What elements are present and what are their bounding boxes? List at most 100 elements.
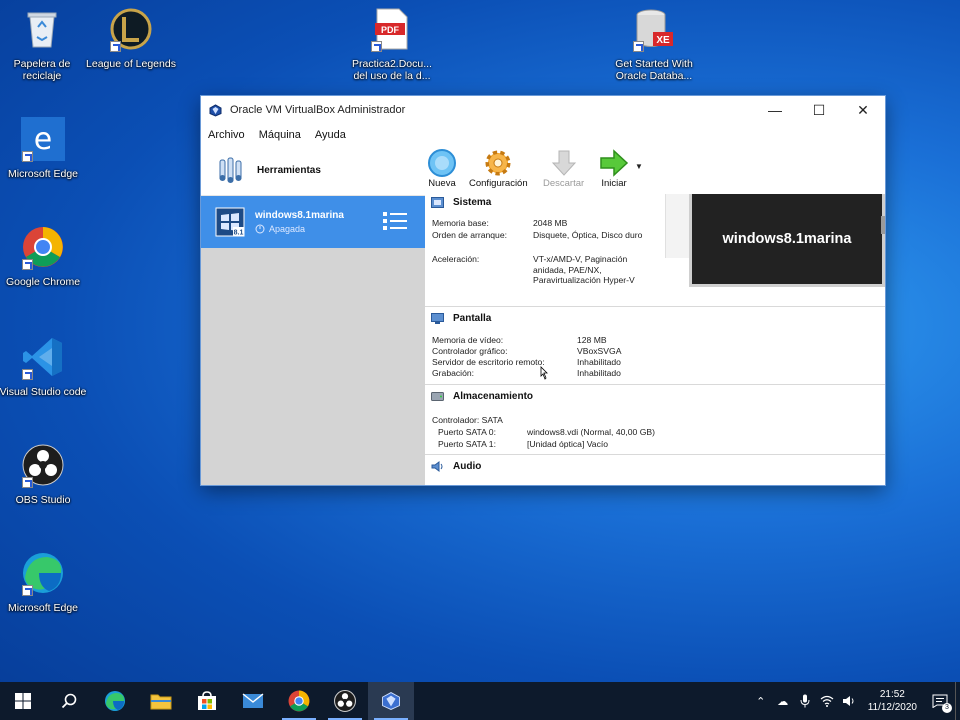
desktop-icon-microsoft-edge-chromium[interactable]: Microsoft Edge: [1, 550, 85, 614]
section-sistema: Sistema: [425, 192, 885, 212]
tools-label: Herramientas: [257, 165, 321, 176]
taskbar-mail[interactable]: [230, 682, 276, 720]
windows8-os-icon: 8.1: [215, 207, 245, 237]
close-button[interactable]: ✕: [841, 96, 885, 124]
tools-item[interactable]: Herramientas: [201, 146, 425, 196]
database-icon: XE: [631, 6, 677, 52]
kv-value: Disquete, Óptica, Disco duro: [533, 230, 643, 240]
desktop-icon-label: OBS Studio: [15, 494, 71, 506]
edge-icon: [20, 550, 66, 596]
discard-arrow-down-icon: [549, 148, 579, 178]
section-title: Pantalla: [453, 312, 492, 324]
tools-icon: [217, 156, 247, 186]
menu-maquina[interactable]: Máquina: [252, 129, 308, 141]
taskbar: ⌃ ☁ 21:52 11/12/2020 3: [0, 682, 960, 720]
clock[interactable]: 21:52 11/12/2020: [860, 688, 925, 714]
svg-text:PDF: PDF: [381, 25, 400, 35]
desktop-icon-obs-studio[interactable]: OBS Studio: [1, 442, 85, 506]
show-desktop-button[interactable]: [955, 682, 960, 720]
desktop-icon-pdf-document[interactable]: PDF Practica2.Docu... del uso de la d...: [350, 6, 434, 82]
kv-key: Memoria base:: [432, 218, 489, 228]
windows-logo-icon: [15, 693, 31, 709]
obs-icon: [334, 690, 356, 712]
section-divider: [425, 306, 885, 307]
microphone-icon[interactable]: [794, 682, 816, 720]
mouse-cursor-icon: [540, 366, 548, 385]
desktop-icon-league-of-legends[interactable]: League of Legends: [86, 6, 176, 70]
kv-value: 128 MB: [577, 335, 607, 345]
system-chip-icon: [431, 196, 444, 208]
shortcut-arrow-icon: [22, 585, 33, 596]
section-divider: [425, 384, 885, 385]
taskbar-store[interactable]: [184, 682, 230, 720]
taskbar-obs[interactable]: [322, 682, 368, 720]
menu-ayuda[interactable]: Ayuda: [308, 129, 353, 141]
shortcut-arrow-icon: [22, 259, 33, 270]
window-title: Oracle VM VirtualBox Administrador: [230, 104, 406, 116]
iniciar-dropdown-arrow-icon[interactable]: ▼: [635, 162, 643, 171]
taskbar-file-explorer[interactable]: [138, 682, 184, 720]
section-sistema-header[interactable]: Sistema: [425, 192, 885, 212]
onedrive-cloud-icon[interactable]: ☁: [772, 682, 794, 720]
nueva-button[interactable]: Nueva: [427, 148, 457, 189]
vm-list-item-selected[interactable]: 8.1 windows8.1marina Apagada: [201, 196, 425, 248]
section-almacenamiento-header[interactable]: Almacenamiento: [425, 386, 885, 406]
start-button[interactable]: [0, 682, 46, 720]
minimize-button[interactable]: —: [753, 96, 797, 124]
kv-value: Inhabilitado: [577, 357, 621, 367]
machine-list-pane: Herramientas 8.1 windows8.1marina Apagad…: [201, 146, 425, 485]
svg-text:8.1: 8.1: [234, 230, 244, 237]
section-audio-header[interactable]: Audio: [425, 456, 885, 476]
kv-value: [Unidad óptica] Vacío: [527, 439, 609, 449]
edge-legacy-icon: e: [20, 116, 66, 162]
obs-icon: [20, 442, 66, 488]
kv-value: 2048 MB: [533, 218, 568, 228]
show-hidden-icons-chevron-icon[interactable]: ⌃: [750, 682, 772, 720]
svg-text:XE: XE: [656, 35, 670, 46]
kv-key: Grabación:: [432, 368, 475, 378]
section-pantalla-header[interactable]: Pantalla: [425, 308, 885, 328]
desktop-icon-oracle-database[interactable]: XE Get Started With Oracle Databa...: [612, 6, 696, 82]
desktop-icon-microsoft-edge[interactable]: e Microsoft Edge: [1, 116, 85, 180]
search-button[interactable]: [46, 682, 92, 720]
descartar-button[interactable]: Descartar: [543, 148, 584, 189]
taskbar-virtualbox[interactable]: [368, 682, 414, 720]
maximize-button[interactable]: ☐: [797, 96, 841, 124]
taskbar-chrome[interactable]: [276, 682, 322, 720]
section-divider: [425, 454, 885, 455]
virtualbox-icon: [381, 691, 401, 711]
menu-bar: Archivo Máquina Ayuda: [201, 124, 885, 146]
shortcut-arrow-icon: [633, 41, 644, 52]
chrome-icon: [20, 224, 66, 270]
action-center-button[interactable]: 3: [925, 682, 955, 720]
configuracion-button[interactable]: Configuración: [469, 148, 528, 189]
search-icon: [61, 693, 77, 709]
desktop-icon-recycle-bin[interactable]: Papelera de reciclaje: [0, 6, 84, 82]
chrome-icon: [288, 690, 310, 712]
desktop-icon-visual-studio-code[interactable]: Visual Studio code: [0, 334, 86, 398]
section-audio: Audio: [425, 456, 885, 476]
desktop-icon-label: League of Legends: [86, 58, 176, 70]
mail-envelope-icon: [242, 693, 264, 709]
section-pantalla: Pantalla: [425, 308, 885, 328]
kv-key: Puerto SATA 0:: [438, 427, 496, 437]
shortcut-arrow-icon: [110, 41, 121, 52]
taskbar-edge[interactable]: [92, 682, 138, 720]
menu-archivo[interactable]: Archivo: [201, 129, 252, 141]
volume-speaker-icon[interactable]: [838, 682, 860, 720]
recycle-bin-icon: [19, 6, 65, 52]
iniciar-button[interactable]: Iniciar: [599, 148, 629, 189]
wifi-network-icon[interactable]: [816, 682, 838, 720]
preview-scrollbar[interactable]: [881, 216, 885, 234]
storage-controller: Controlador: SATA: [432, 415, 503, 425]
vm-details-menu-icon[interactable]: [383, 210, 407, 232]
configuracion-label: Configuración: [469, 178, 528, 189]
section-title: Almacenamiento: [453, 390, 534, 402]
desktop-icon-google-chrome[interactable]: Google Chrome: [1, 224, 85, 288]
kv-key: Orden de arranque:: [432, 230, 508, 240]
toolbar: Nueva Configuración Descartar Iniciar ▼: [425, 146, 885, 194]
vm-state: Apagada: [269, 224, 306, 234]
preview-text: windows8.1marina: [722, 231, 852, 247]
kv-key: Memoria de vídeo:: [432, 335, 504, 345]
kv-value: VT-x/AMD-V, Paginación anidada, PAE/NX, …: [533, 254, 635, 286]
